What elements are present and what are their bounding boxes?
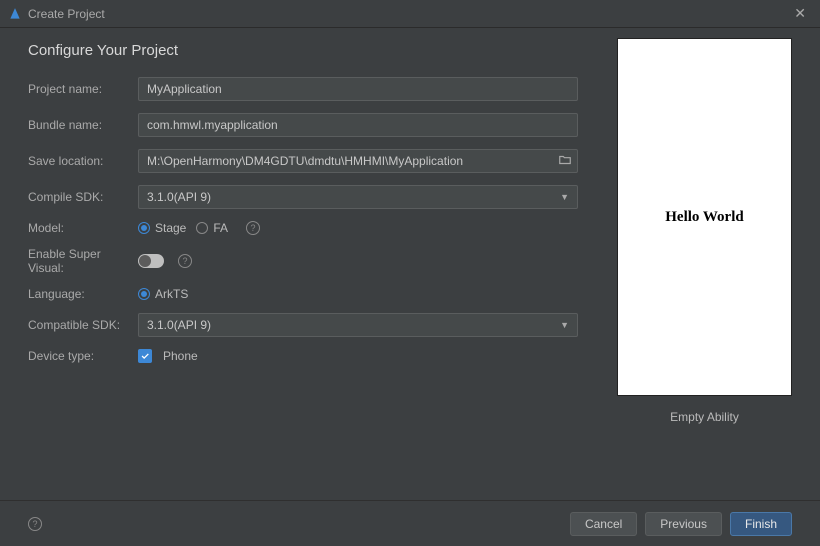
label-compile-sdk: Compile SDK: [28,190,138,204]
preview-text: Hello World [665,209,743,226]
form-area: Configure Your Project Project name: Bun… [28,36,617,498]
model-fa-radio[interactable]: FA [196,221,228,235]
save-location-input[interactable] [138,149,578,173]
preview-area: Hello World Empty Ability [617,36,792,498]
label-enable-super-visual: Enable Super Visual: [28,247,138,275]
project-name-input[interactable] [138,77,578,101]
label-bundle-name: Bundle name: [28,118,138,132]
preview-caption: Empty Ability [670,410,739,424]
label-device-type: Device type: [28,349,138,363]
enable-super-visual-toggle[interactable] [138,254,164,268]
language-arkts-radio[interactable]: ArkTS [138,287,188,301]
label-project-name: Project name: [28,82,138,96]
label-language: Language: [28,287,138,301]
radio-unchecked-icon [196,222,208,234]
compile-sdk-value: 3.1.0(API 9) [147,190,211,204]
bundle-name-input[interactable] [138,113,578,137]
compile-sdk-select[interactable]: 3.1.0(API 9) ▼ [138,185,578,209]
label-save-location: Save location: [28,154,138,168]
radio-checked-icon [138,222,150,234]
previous-button[interactable]: Previous [645,512,722,536]
language-arkts-label: ArkTS [155,287,188,301]
chevron-down-icon: ▼ [560,320,569,330]
close-icon[interactable]: ✕ [788,3,812,24]
model-fa-label: FA [213,221,228,235]
finish-button[interactable]: Finish [730,512,792,536]
page-title: Configure Your Project [28,42,597,59]
app-logo-icon [8,7,22,21]
device-phone-checkbox[interactable]: Phone [138,349,198,363]
model-stage-radio[interactable]: Stage [138,221,186,235]
device-phone-label: Phone [163,349,198,363]
checkbox-checked-icon [138,349,152,363]
window-title: Create Project [28,7,788,21]
compatible-sdk-value: 3.1.0(API 9) [147,318,211,332]
radio-checked-icon [138,288,150,300]
device-preview: Hello World [617,38,792,396]
label-model: Model: [28,221,138,235]
footer: ? Cancel Previous Finish [0,500,820,546]
chevron-down-icon: ▼ [560,192,569,202]
cancel-button[interactable]: Cancel [570,512,637,536]
help-icon[interactable]: ? [178,254,192,268]
help-icon[interactable]: ? [28,517,42,531]
model-stage-label: Stage [155,221,186,235]
label-compatible-sdk: Compatible SDK: [28,318,138,332]
browse-folder-icon[interactable] [558,153,572,170]
help-icon[interactable]: ? [246,221,260,235]
titlebar: Create Project ✕ [0,0,820,28]
compatible-sdk-select[interactable]: 3.1.0(API 9) ▼ [138,313,578,337]
